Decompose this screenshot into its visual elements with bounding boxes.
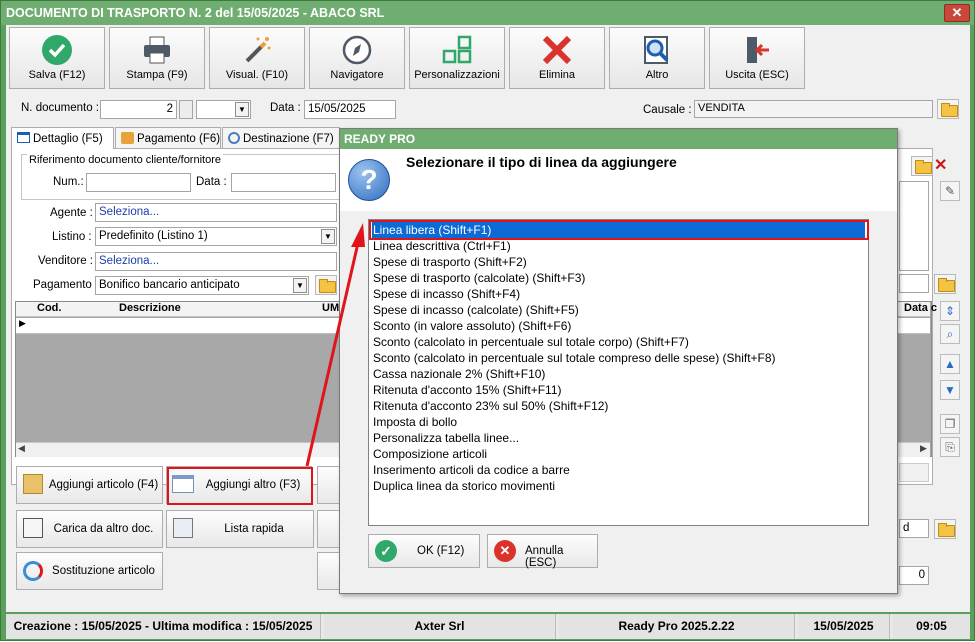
table-icon [17,132,30,143]
tab-dettaglio[interactable]: Dettaglio (F5) [11,127,114,149]
annotation-arrow [305,223,365,467]
main-window: DOCUMENTO DI TRASPORTO N. 2 del 15/05/20… [0,0,975,641]
